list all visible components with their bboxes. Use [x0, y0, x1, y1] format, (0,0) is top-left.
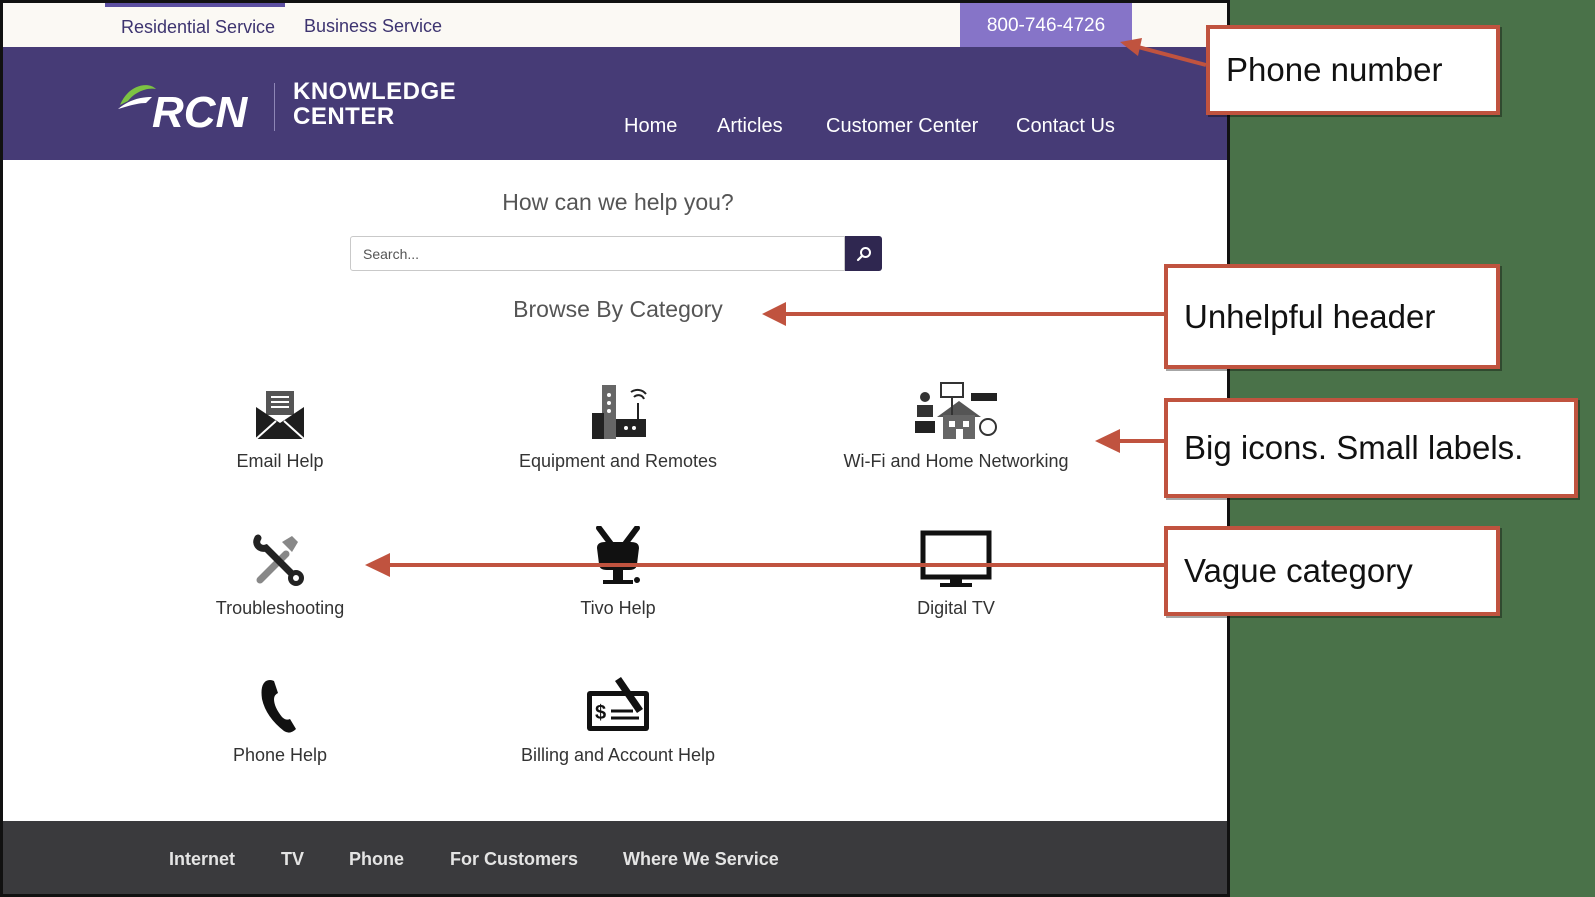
- site-header: RCN KNOWLEDGE CENTER Home Articles Custo…: [3, 47, 1227, 160]
- callout-unhelpful-header: Unhelpful header: [1164, 264, 1500, 369]
- browse-by-category-heading: Browse By Category: [513, 296, 723, 322]
- nav-home[interactable]: Home: [624, 115, 677, 138]
- footer-link-for-customers[interactable]: For Customers: [450, 849, 578, 870]
- search-button[interactable]: [845, 236, 882, 271]
- envelope-icon: [255, 391, 305, 440]
- search-input[interactable]: [350, 236, 845, 271]
- router-icon: [592, 385, 647, 439]
- callout-big-icons-small-labels: Big icons. Small labels.: [1164, 398, 1578, 498]
- category-label: Tivo Help: [580, 598, 656, 618]
- logo-text: RCN: [152, 88, 249, 135]
- category-label: Wi-Fi and Home Networking: [843, 451, 1069, 471]
- browser-screenshot: Residential Service Business Service 800…: [0, 0, 1230, 897]
- nav-contact-us[interactable]: Contact Us: [1016, 115, 1115, 138]
- category-label: Phone Help: [232, 745, 328, 765]
- tab-business-service[interactable]: Business Service: [304, 3, 442, 47]
- category-wifi-and-home-networking[interactable]: Wi-Fi and Home Networking: [796, 371, 1116, 472]
- category-digital-tv[interactable]: Digital TV: [796, 518, 1116, 619]
- category-label: Digital TV: [917, 598, 995, 618]
- category-label: Troubleshooting: [215, 598, 345, 618]
- footer-link-phone[interactable]: Phone: [349, 849, 404, 870]
- nav-articles[interactable]: Articles: [717, 115, 783, 138]
- utility-bar: Residential Service Business Service 800…: [3, 3, 1227, 47]
- knowledge-center-title: KNOWLEDGE CENTER: [293, 79, 456, 129]
- category-email-help[interactable]: Email Help: [120, 371, 440, 472]
- search-icon: [856, 246, 871, 261]
- category-label: Equipment and Remotes: [518, 451, 718, 471]
- site-footer: Internet TV Phone For Customers Where We…: [3, 821, 1227, 894]
- category-label: Billing and Account Help: [520, 745, 716, 765]
- kc-line1: KNOWLEDGE: [293, 78, 457, 105]
- search-bar: [350, 236, 882, 271]
- category-troubleshooting[interactable]: Troubleshooting: [120, 518, 440, 619]
- category-label: Email Help: [236, 451, 324, 471]
- category-phone-help[interactable]: Phone Help: [120, 665, 440, 766]
- phone-icon: [261, 680, 296, 733]
- help-heading: How can we help you?: [502, 189, 734, 215]
- kc-line2: CENTER: [293, 103, 395, 130]
- home-network-icon: [915, 382, 997, 439]
- nav-customer-center[interactable]: Customer Center: [826, 115, 978, 138]
- logo-divider: [274, 83, 275, 131]
- callout-vague-category: Vague category: [1164, 526, 1500, 616]
- footer-link-where-we-service[interactable]: Where We Service: [623, 849, 779, 870]
- svg-text:$: $: [595, 702, 606, 724]
- callout-phone-number: Phone number: [1206, 25, 1500, 115]
- category-tivo-help[interactable]: Tivo Help: [458, 518, 778, 619]
- footer-link-internet[interactable]: Internet: [169, 849, 235, 870]
- footer-link-tv[interactable]: TV: [281, 849, 304, 870]
- rcn-logo[interactable]: RCN: [116, 75, 266, 135]
- tools-icon: [253, 534, 304, 586]
- tivo-icon: [596, 526, 640, 584]
- check-icon: $: [587, 677, 649, 731]
- monitor-icon: [920, 530, 992, 587]
- tab-residential-service[interactable]: Residential Service: [105, 3, 285, 47]
- category-equipment-and-remotes[interactable]: Equipment and Remotes: [458, 371, 778, 472]
- phone-number-link[interactable]: 800-746-4726: [960, 3, 1132, 47]
- category-billing-and-account-help[interactable]: $ Billing and Account Help: [458, 665, 778, 766]
